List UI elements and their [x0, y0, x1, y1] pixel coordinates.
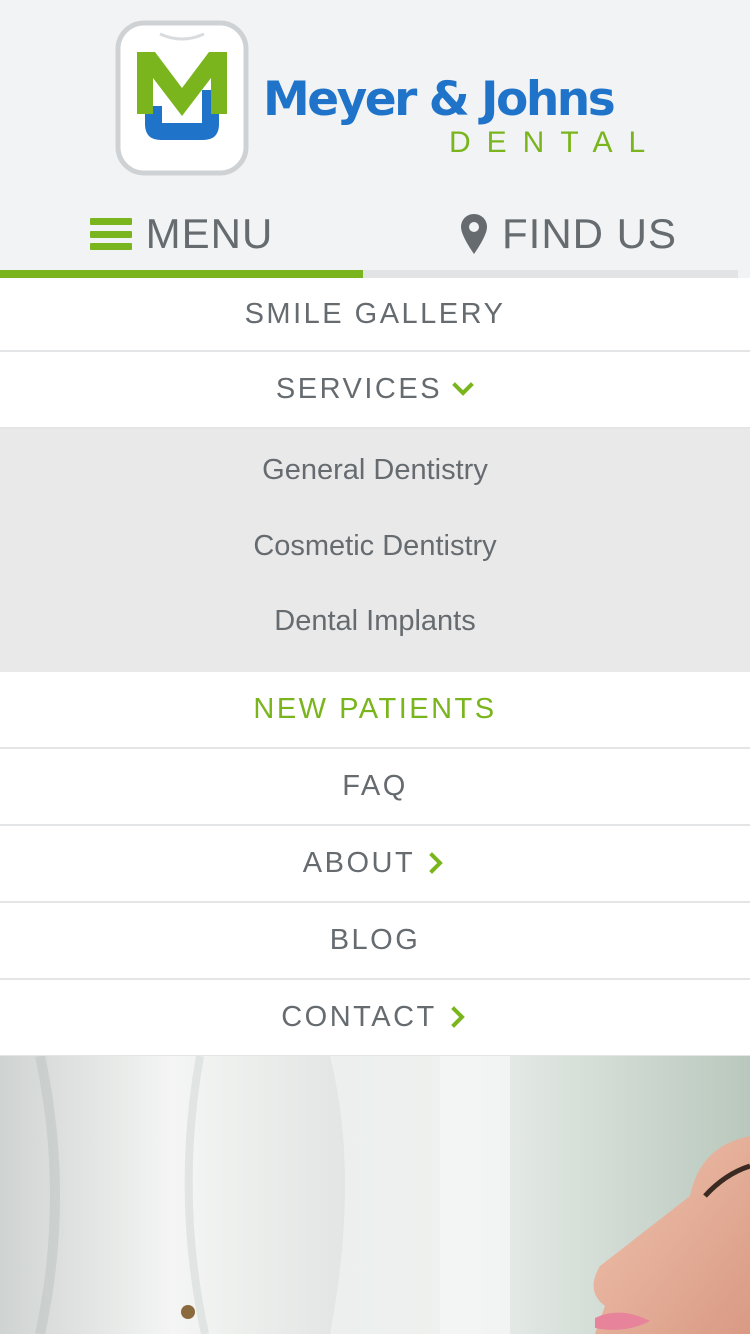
nav-item-about[interactable]: ABOUT	[0, 825, 750, 903]
brand-subtitle: DENTAL	[449, 126, 662, 159]
nav-item-label: SMILE GALLERY	[244, 297, 506, 330]
logo[interactable]: Meyer & Johns DENTAL	[115, 20, 645, 180]
hamburger-icon	[89, 218, 132, 250]
tab-indicator-track	[0, 270, 738, 278]
hero-photo-illustration	[0, 1056, 750, 1334]
tab-indicator-active	[0, 270, 363, 278]
chevron-down-icon	[452, 381, 474, 396]
chevron-right-icon	[450, 1006, 465, 1028]
site-header: Meyer & Johns DENTAL MENU FIND US	[0, 0, 750, 278]
nav-item-label: ABOUT	[302, 846, 416, 879]
nav-item-label: CONTACT	[281, 1000, 437, 1033]
nav-item-smile-gallery[interactable]: SMILE GALLERY	[0, 278, 750, 352]
nav-item-contact[interactable]: CONTACT	[0, 979, 750, 1057]
hero-image	[0, 1056, 750, 1334]
submenu-item-cosmetic-dentistry[interactable]: Cosmetic Dentistry	[0, 509, 750, 585]
find-us-tab-button[interactable]: FIND US	[387, 190, 750, 278]
brand-name: Meyer & Johns	[263, 72, 616, 127]
submenu-item-label: Cosmetic Dentistry	[253, 529, 497, 562]
nav-item-new-patients[interactable]: NEW PATIENTS	[0, 671, 750, 749]
submenu-item-label: General Dentistry	[262, 454, 488, 487]
map-pin-icon	[461, 214, 487, 254]
submenu-item-dental-implants[interactable]: Dental Implants	[0, 584, 750, 660]
submenu-item-general-dentistry[interactable]: General Dentistry	[0, 433, 750, 509]
submenu-item-label: Dental Implants	[274, 605, 476, 638]
logo-mark-icon	[115, 20, 249, 176]
nav-item-blog[interactable]: BLOG	[0, 902, 750, 980]
nav-item-label: BLOG	[329, 923, 421, 956]
services-submenu: General Dentistry Cosmetic Dentistry Den…	[0, 429, 750, 672]
nav-item-label: NEW PATIENTS	[253, 692, 497, 725]
mobile-nav-menu: SMILE GALLERY SERVICES General Dentistry…	[0, 278, 750, 1057]
nav-item-label: SERVICES	[275, 373, 443, 405]
menu-tab-button[interactable]: MENU	[0, 190, 363, 278]
nav-item-services[interactable]: SERVICES	[0, 352, 750, 429]
nav-item-faq[interactable]: FAQ	[0, 748, 750, 826]
chevron-right-icon	[429, 852, 444, 874]
find-us-tab-label: FIND US	[502, 210, 677, 257]
menu-tab-label: MENU	[145, 210, 274, 257]
nav-item-label: FAQ	[342, 769, 408, 802]
